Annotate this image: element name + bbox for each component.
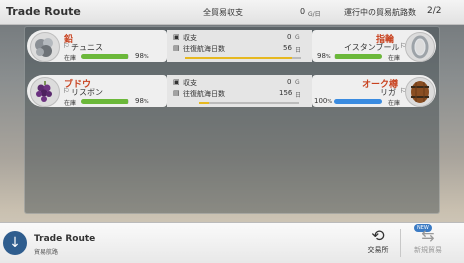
exchange-button[interactable]: ⟲ 交易所 bbox=[358, 227, 398, 261]
city-icon: ⚐ bbox=[63, 87, 70, 95]
voyage-days-unit: 日 bbox=[295, 47, 302, 54]
total-balance-label: 全貿易収支 bbox=[203, 8, 243, 17]
stock-bar bbox=[334, 54, 382, 59]
route-row[interactable]: 鉛 チュニス ⚐ 在庫 98% ▣ 収支 0 G ▤ 往復航海日数 56 日 指… bbox=[27, 30, 436, 62]
oak-barrel-icon bbox=[405, 77, 435, 107]
total-balance-unit: G/日 bbox=[308, 11, 321, 18]
lead-ore-icon bbox=[30, 32, 60, 62]
source-port-card[interactable]: ブドウ リスボン ⚐ 在庫 98% bbox=[27, 75, 167, 107]
stock-percent: 98% bbox=[135, 97, 149, 105]
new-trade-icon: ⇆ bbox=[421, 226, 435, 245]
exchange-label: 交易所 bbox=[367, 246, 389, 254]
income-label: 収支 bbox=[183, 34, 197, 42]
dest-city-name: リガ bbox=[380, 88, 396, 97]
voyage-days-unit: 日 bbox=[295, 92, 302, 99]
new-trade-button[interactable]: ⇆ 新規貿易 bbox=[408, 227, 448, 261]
voyage-progress-fill bbox=[199, 102, 209, 104]
stock-percent: 98% bbox=[317, 52, 331, 60]
stock-label: 在庫 bbox=[64, 55, 77, 62]
stock-percent: 100% bbox=[314, 97, 333, 105]
stock-bar-fill bbox=[81, 99, 129, 104]
voyage-days-label: 往復航海日数 bbox=[183, 45, 225, 53]
route-summary: ▣ 収支 0 G ▤ 往復航海日数 56 日 bbox=[167, 30, 312, 62]
voyage-days-icon: ▤ bbox=[173, 89, 180, 97]
back-button[interactable]: ↓ bbox=[3, 231, 27, 255]
stock-bar bbox=[81, 99, 129, 104]
stock-bar-fill bbox=[334, 99, 382, 104]
exchange-arrows-icon: ⟲ bbox=[371, 226, 385, 245]
destination-port-card[interactable]: オーク樽 リガ ⚐ 100% 在庫 bbox=[312, 75, 436, 107]
page-title: Trade Route bbox=[6, 5, 81, 18]
bottom-bar: ↓ Trade Route 貿易航路 ⟲ 交易所 NEW ⇆ 新規貿易 bbox=[0, 222, 464, 263]
active-routes-label: 運行中の貿易航路数 bbox=[344, 8, 416, 17]
income-unit: G bbox=[295, 34, 300, 41]
arrow-down-icon: ↓ bbox=[9, 235, 21, 251]
income-label: 収支 bbox=[183, 79, 197, 87]
voyage-days-label: 往復航海日数 bbox=[183, 90, 225, 98]
source-city-name: チュニス bbox=[71, 43, 103, 52]
voyage-progress-fill bbox=[185, 57, 292, 59]
source-city-name: リスボン bbox=[71, 88, 103, 97]
stock-bar bbox=[81, 54, 129, 59]
route-row[interactable]: ブドウ リスボン ⚐ 在庫 98% ▣ 収支 0 G ▤ 往復航海日数 156 … bbox=[27, 75, 436, 107]
route-summary: ▣ 収支 0 G ▤ 往復航海日数 156 日 bbox=[167, 75, 312, 107]
voyage-days-value: 156 bbox=[279, 89, 293, 97]
top-bar: Trade Route 全貿易収支 0 G/日 運行中の貿易航路数 2/2 bbox=[0, 0, 464, 25]
ring-icon bbox=[405, 32, 435, 62]
income-icon: ▣ bbox=[173, 33, 180, 41]
voyage-days-value: 56 bbox=[283, 44, 292, 52]
new-trade-label: 新規貿易 bbox=[414, 246, 442, 254]
stock-bar-fill bbox=[81, 54, 129, 59]
footer-title: Trade Route bbox=[34, 234, 96, 244]
voyage-progress-bar bbox=[185, 57, 301, 59]
divider bbox=[400, 229, 401, 257]
stock-label: 在庫 bbox=[388, 100, 401, 107]
dest-city-name: イスタンブール bbox=[344, 43, 400, 52]
grapes-icon bbox=[30, 77, 60, 107]
stock-bar bbox=[334, 99, 382, 104]
city-icon: ⚐ bbox=[63, 42, 70, 50]
income-unit: G bbox=[295, 79, 300, 86]
income-value: 0 bbox=[287, 78, 292, 86]
active-routes-value: 2/2 bbox=[427, 6, 442, 16]
stock-percent: 98% bbox=[135, 52, 149, 60]
footer-subtitle: 貿易航路 bbox=[34, 249, 59, 256]
source-port-card[interactable]: 鉛 チュニス ⚐ 在庫 98% bbox=[27, 30, 167, 62]
stock-bar-fill bbox=[334, 54, 382, 59]
total-balance-value: 0 bbox=[300, 7, 306, 16]
voyage-days-icon: ▤ bbox=[173, 44, 180, 52]
destination-port-card[interactable]: 指輪 イスタンブール ⚐ 98% 在庫 bbox=[312, 30, 436, 62]
income-icon: ▣ bbox=[173, 78, 180, 86]
income-value: 0 bbox=[287, 33, 292, 41]
stock-label: 在庫 bbox=[64, 100, 77, 107]
voyage-progress-bar bbox=[199, 102, 299, 104]
stock-label: 在庫 bbox=[388, 55, 401, 62]
